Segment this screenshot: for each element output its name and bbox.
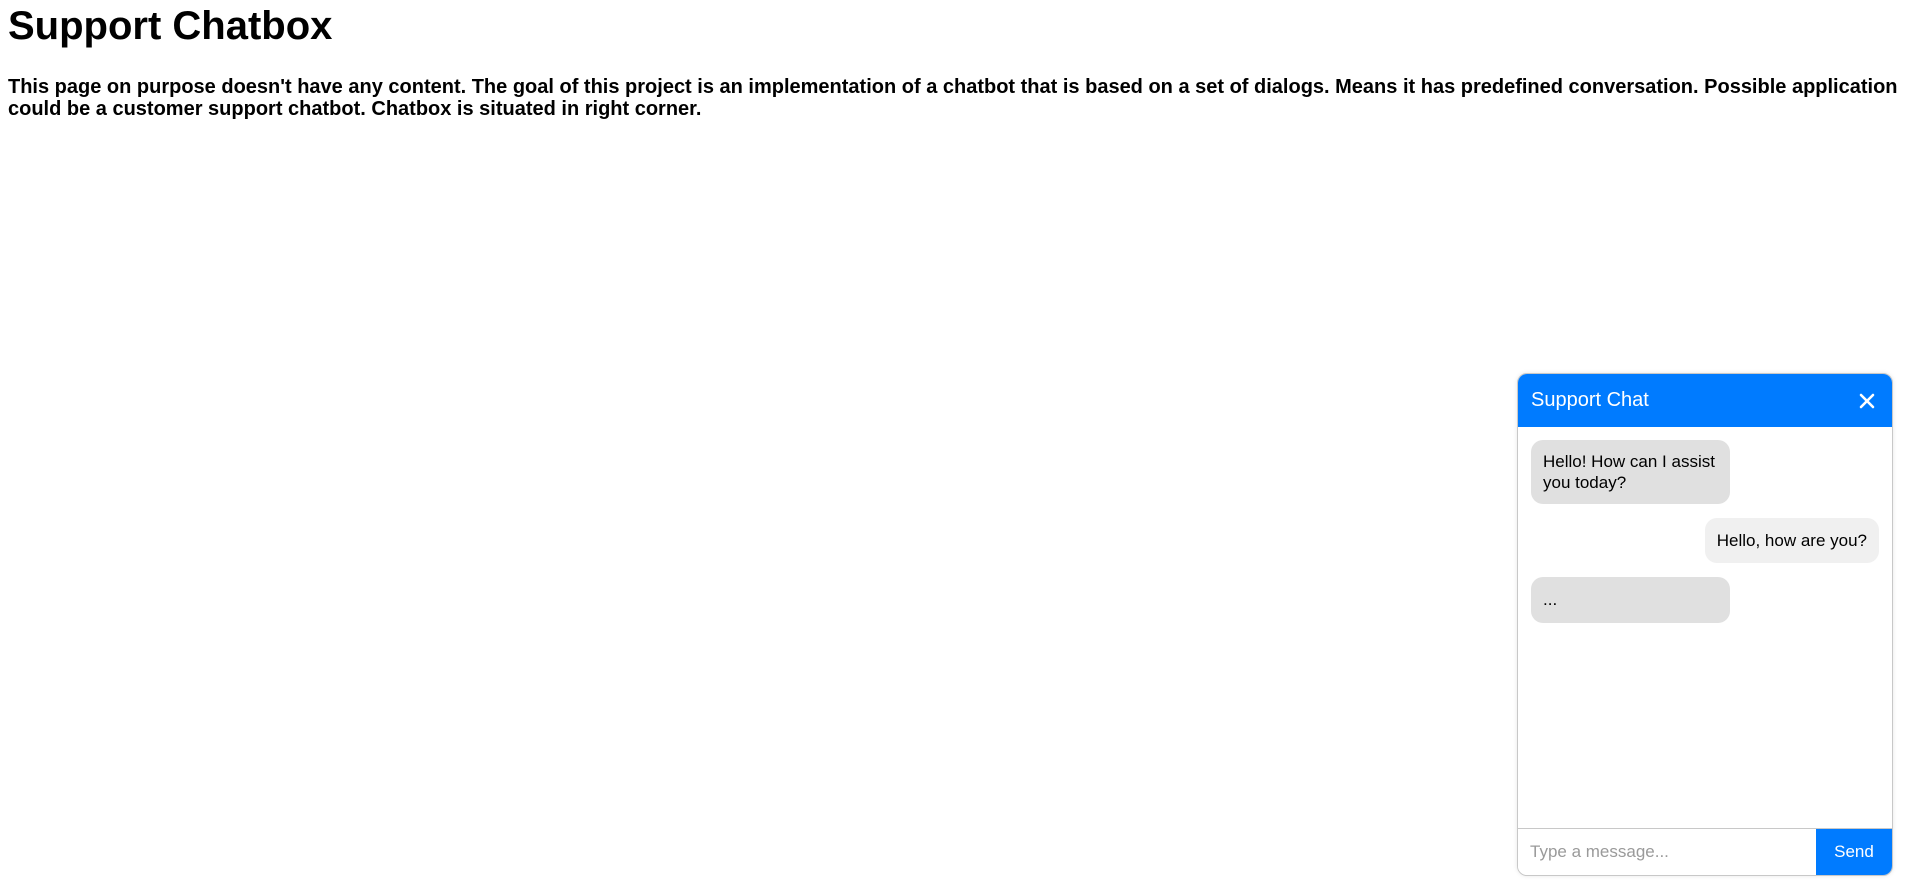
send-button[interactable]: Send [1816, 829, 1892, 875]
user-message: Hello, how are you? [1704, 518, 1879, 563]
page: Support Chatbox This page on purpose doe… [0, 0, 1907, 885]
message-list: Hello! How can I assist you today? Hello… [1518, 427, 1892, 828]
close-icon[interactable] [1855, 389, 1879, 413]
chat-header: Support Chat [1518, 374, 1892, 427]
chatbox: Support Chat Hello! How can I assist you… [1517, 373, 1893, 876]
page-description: This page on purpose doesn't have any co… [8, 76, 1898, 120]
bot-typing-message: ... [1531, 577, 1730, 623]
chat-input-row: Send [1518, 828, 1892, 875]
message-input[interactable] [1518, 829, 1816, 875]
chat-title: Support Chat [1531, 389, 1649, 411]
bot-message: Hello! How can I assist you today? [1531, 440, 1730, 504]
page-title: Support Chatbox [8, 4, 333, 48]
